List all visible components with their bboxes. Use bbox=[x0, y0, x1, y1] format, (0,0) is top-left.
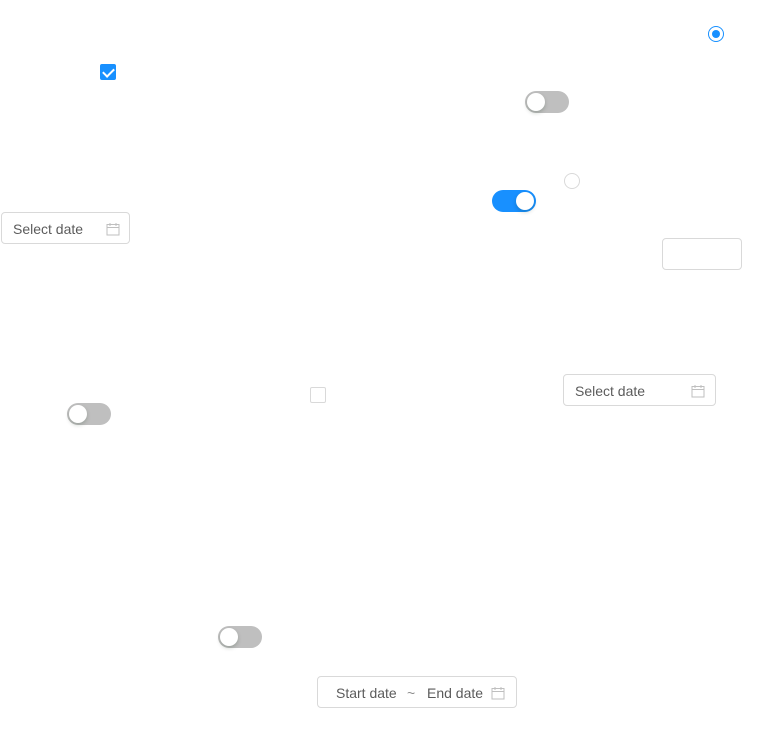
toggle-switch-off[interactable] bbox=[218, 626, 262, 648]
toggle-switch-on[interactable] bbox=[492, 190, 536, 212]
calendar-icon bbox=[491, 687, 505, 700]
radio-dot-icon bbox=[712, 30, 720, 38]
date-picker-placeholder: Select date bbox=[575, 383, 646, 399]
switch-knob bbox=[220, 628, 238, 646]
date-picker-placeholder: Select date bbox=[13, 221, 84, 237]
date-range-picker[interactable]: Start date ~ End date bbox=[317, 676, 517, 708]
range-separator: ~ bbox=[407, 685, 416, 701]
switch-knob bbox=[516, 192, 534, 210]
radio-button-unselected[interactable] bbox=[564, 173, 580, 189]
checkbox-unchecked[interactable] bbox=[310, 387, 326, 403]
radio-button-selected[interactable] bbox=[708, 26, 724, 42]
toggle-switch-off[interactable] bbox=[525, 91, 569, 113]
calendar-icon bbox=[106, 223, 120, 236]
end-date-placeholder[interactable]: End date bbox=[427, 684, 483, 702]
calendar-icon bbox=[691, 385, 705, 398]
checkmark-icon bbox=[102, 65, 115, 78]
toggle-switch-off[interactable] bbox=[67, 403, 111, 425]
date-picker[interactable]: Select date bbox=[563, 374, 716, 406]
switch-knob bbox=[69, 405, 87, 423]
text-input[interactable] bbox=[662, 238, 742, 270]
checkbox-checked[interactable] bbox=[100, 64, 116, 80]
switch-knob bbox=[527, 93, 545, 111]
start-date-placeholder[interactable]: Start date bbox=[336, 684, 397, 702]
date-picker[interactable]: Select date bbox=[1, 212, 130, 244]
